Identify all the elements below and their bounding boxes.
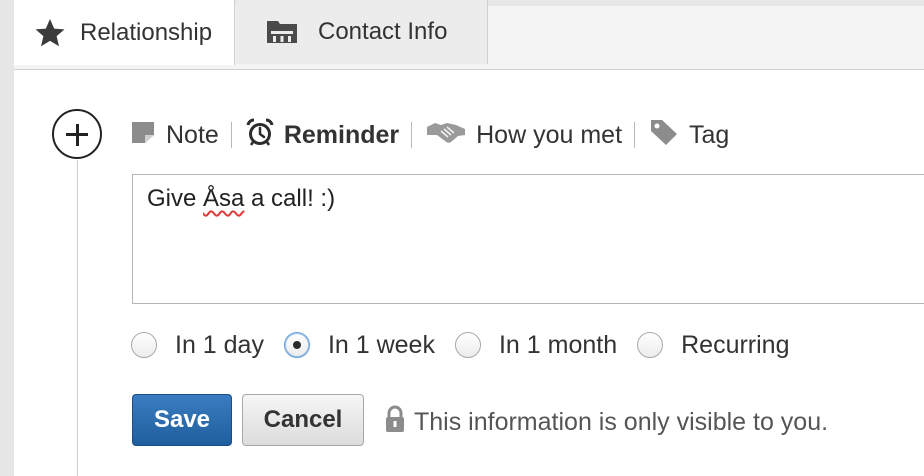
tag-icon (649, 118, 679, 153)
note-text-post: a call! :) (244, 185, 336, 212)
tab-contact-info[interactable]: Contact Info (236, 0, 488, 64)
radio-in-1-week[interactable]: In 1 week (283, 330, 435, 360)
radio-label: In 1 day (175, 330, 264, 359)
note-icon (130, 119, 156, 152)
separator (634, 122, 636, 148)
privacy-text: This information is only visible to you. (414, 407, 829, 436)
cancel-button[interactable]: Cancel (242, 394, 364, 446)
tab-relationship[interactable]: Relationship (14, 0, 235, 65)
tab-label: Contact Info (318, 18, 448, 45)
tag-action[interactable]: Tag (649, 118, 729, 153)
privacy-notice: This information is only visible to you. (384, 404, 828, 440)
radio-in-1-month[interactable]: In 1 month (454, 330, 618, 360)
action-bar: Note Reminder How you met Tag (130, 117, 729, 153)
alarm-clock-icon (246, 118, 274, 153)
reminder-text-input[interactable]: Give Åsa a call! :) (132, 174, 924, 304)
lock-icon (384, 405, 406, 440)
separator (411, 122, 413, 148)
radio-button[interactable] (454, 332, 481, 358)
radio-button[interactable] (637, 332, 664, 358)
note-action[interactable]: Note (130, 119, 219, 152)
radio-recurring[interactable]: Recurring (637, 331, 789, 360)
radio-label: Recurring (681, 330, 790, 359)
tag-label: Tag (689, 120, 730, 149)
how-you-met-label: How you met (476, 120, 623, 149)
add-entry-button[interactable] (52, 109, 102, 159)
radio-in-1-day[interactable]: In 1 day (131, 331, 264, 360)
note-text-misspelled: Åsa (203, 185, 245, 212)
separator (230, 122, 232, 148)
timeline-line (77, 160, 78, 476)
reminder-label: Reminder (283, 120, 400, 149)
tab-label: Relationship (80, 18, 213, 46)
radio-label: In 1 week (327, 330, 435, 359)
note-label: Note (166, 120, 219, 149)
handshake-icon (426, 119, 466, 152)
radio-button[interactable] (131, 332, 157, 358)
radio-button-selected[interactable] (283, 332, 310, 358)
folder-card-icon (266, 19, 298, 45)
save-button[interactable]: Save (132, 394, 232, 446)
reminder-interval-group: In 1 day In 1 week In 1 month Recurring (131, 328, 809, 362)
star-icon (34, 17, 66, 49)
reminder-action[interactable]: Reminder (246, 118, 399, 153)
how-you-met-action[interactable]: How you met (426, 119, 622, 152)
note-text-pre: Give (147, 185, 204, 212)
radio-label: In 1 month (498, 330, 618, 359)
